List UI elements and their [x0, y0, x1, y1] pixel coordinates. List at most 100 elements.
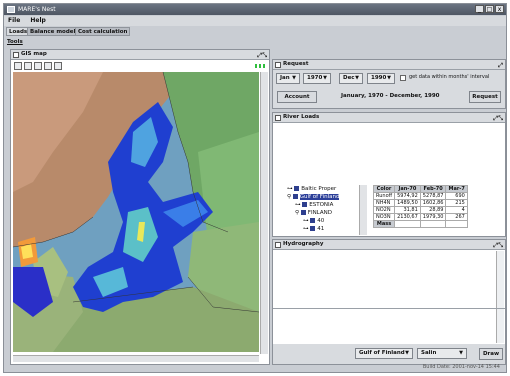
gis-map-view[interactable] — [13, 72, 259, 352]
table-row[interactable]: NO2N 31,81 28,89 4 — [373, 206, 468, 214]
loads-table-container: Color Jan-70 Feb-70 Mar-7 Runoff 5974,92… — [373, 185, 505, 235]
divider — [273, 308, 505, 309]
table-row[interactable]: Mass — [373, 220, 468, 228]
column-header[interactable]: Feb-70 — [419, 185, 447, 193]
close-button[interactable]: x — [495, 5, 504, 13]
from-year-select[interactable]: 1970 ▼ — [303, 73, 331, 84]
tree-item-label: FINLAND — [307, 210, 332, 216]
interval-checkbox[interactable] — [400, 75, 406, 81]
panel-icon — [275, 242, 281, 248]
to-month-select[interactable]: Dec ▼ — [339, 73, 363, 84]
table-cell: Runoff — [373, 192, 396, 200]
tree-item-label: Baltic Proper — [301, 186, 337, 192]
tree-item-41[interactable]: ⊶ 41 — [287, 225, 367, 233]
gis-map-panel: GIS map ⤢⤡ — [10, 49, 270, 365]
hydrography-scrollbar[interactable] — [496, 251, 504, 343]
table-row[interactable]: NO3N 2130,67 1979,30 267 — [373, 213, 468, 221]
menu-file[interactable]: File — [8, 17, 20, 24]
chevron-down-icon: ▼ — [292, 75, 296, 81]
tree-item-label: ESTONIA — [309, 202, 334, 208]
account-button[interactable]: Account — [277, 91, 317, 103]
gis-map-title: GIS map — [21, 51, 47, 57]
map-horizontal-scrollbar[interactable] — [13, 355, 259, 362]
window-title: MARE's Nest — [18, 6, 56, 13]
tree-item-finland[interactable]: ⚲ FINLAND — [287, 209, 367, 217]
tree-item-baltic-proper[interactable]: ⊶ Baltic Proper — [287, 185, 367, 193]
panel-icon — [275, 62, 281, 68]
parameter-select[interactable]: Salin ▼ — [417, 348, 467, 359]
table-cell: 1602,86 — [419, 199, 447, 207]
tab-balance-model[interactable]: Balance model — [27, 27, 79, 36]
tree-scrollbar[interactable] — [359, 185, 367, 235]
table-cell: NO2N — [373, 206, 396, 214]
table-cell: 2130,67 — [394, 213, 421, 221]
river-loads-panel: River Loads ⤢⤡ ⊶ Baltic Proper ⚲ Gulf of… — [272, 112, 506, 237]
pan-icon[interactable] — [34, 62, 42, 70]
map-vertical-scrollbar[interactable] — [260, 72, 268, 354]
from-month-select[interactable]: Jan ▼ — [276, 73, 300, 84]
chevron-down-icon: ▼ — [323, 75, 327, 81]
tools-menu[interactable]: Tools — [7, 39, 23, 45]
app-window: MARE's Nest _ □ x File Help Loads Balanc… — [3, 3, 507, 373]
maximize-button[interactable]: □ — [485, 5, 494, 13]
to-year-select[interactable]: 1990 ▼ — [367, 73, 395, 84]
table-header-row: Color Jan-70 Feb-70 Mar-7 — [373, 185, 468, 193]
table-row[interactable]: Runoff 5974,92 5278,87 690 — [373, 192, 468, 200]
hydrography-header: Hydrography ⤢⤡ — [273, 240, 505, 250]
draw-button[interactable]: Draw — [479, 348, 503, 360]
panel-resize-icon[interactable]: ⤢⤡ — [257, 51, 267, 60]
table-cell: 31,81 — [394, 206, 421, 214]
column-header[interactable]: Color — [373, 185, 396, 193]
panel-resize-icon[interactable]: ⤢ — [498, 61, 503, 70]
table-cell: 1489,50 — [394, 199, 421, 207]
hydrography-panel: Hydrography ⤢⤡ Gulf of Finland ▼ Salin ▼ D… — [272, 239, 506, 365]
column-header[interactable]: Jan-70 — [394, 185, 421, 193]
tree-item-gulf-of-finland[interactable]: ⚲ Gulf of Finland — [287, 193, 367, 201]
basin-value: Gulf of Finland — [359, 350, 405, 356]
column-header[interactable]: Mar-7 — [445, 185, 468, 193]
parameter-value: Salin — [421, 350, 437, 356]
tree-item-estonia[interactable]: ⊶ ESTONIA — [287, 201, 367, 209]
tab-strip: Loads Balance model Cost calculation — [4, 26, 506, 36]
table-cell: 5278,87 — [419, 192, 447, 200]
tab-cost-calculation[interactable]: Cost calculation — [75, 27, 131, 36]
hydrography-controls: Gulf of Finland ▼ Salin ▼ Draw — [273, 344, 505, 364]
table-cell: 5974,92 — [394, 192, 421, 200]
tree-item-label: 40 — [317, 218, 325, 224]
tree-item-label: 41 — [317, 226, 325, 232]
table-cell: 4 — [445, 206, 468, 214]
panel-resize-icon[interactable]: ⤢⤡ — [493, 114, 503, 123]
minimize-button[interactable]: _ — [475, 5, 484, 13]
zoom-in-icon[interactable] — [14, 62, 22, 70]
hydrography-title: Hydrography — [283, 241, 324, 247]
table-cell — [394, 220, 421, 228]
request-button[interactable]: Request — [469, 91, 501, 103]
folder-icon — [292, 194, 298, 199]
period-label: January, 1970 - December, 1990 — [341, 93, 440, 99]
folder-icon — [302, 202, 308, 207]
basin-select[interactable]: Gulf of Finland ▼ — [355, 348, 413, 359]
panel-icon — [275, 115, 281, 121]
table-cell: 1979,30 — [419, 213, 447, 221]
river-loads-header: River Loads ⤢⤡ — [273, 113, 505, 123]
panel-resize-icon[interactable]: ⤢⤡ — [493, 241, 503, 250]
table-row[interactable]: NH4N 1489,50 1602,86 215 — [373, 199, 468, 207]
menu-bar: File Help — [4, 16, 506, 26]
tree-item-40[interactable]: ⊶ 40 — [287, 217, 367, 225]
zoom-out-icon[interactable] — [24, 62, 32, 70]
from-month-value: Jan — [280, 75, 290, 81]
table-cell: 215 — [445, 199, 468, 207]
info-icon[interactable] — [44, 62, 52, 70]
table-cell: 267 — [445, 213, 468, 221]
table-cell: Mass — [373, 220, 396, 228]
request-panel: Request ⤢ Jan ▼ 1970 ▼ Dec ▼ 1990 ▼ get data… — [272, 59, 506, 109]
folder-icon — [294, 186, 300, 191]
select-icon[interactable] — [54, 62, 62, 70]
chevron-down-icon: ▼ — [387, 75, 391, 81]
request-header: Request ⤢ — [273, 60, 505, 70]
table-cell: NH4N — [373, 199, 396, 207]
status-indicator-icon — [255, 64, 265, 68]
menu-help[interactable]: Help — [30, 17, 45, 24]
chevron-down-icon: ▼ — [355, 75, 359, 81]
table-cell: 28,89 — [419, 206, 447, 214]
